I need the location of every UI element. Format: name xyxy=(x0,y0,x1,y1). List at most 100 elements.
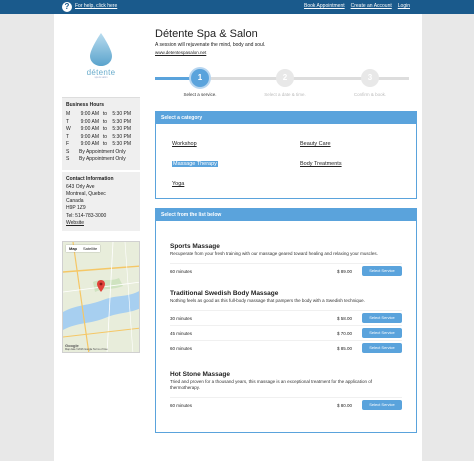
hours-close: 5:30 PM xyxy=(112,133,131,140)
hours-open: 9:00 AM xyxy=(80,118,99,125)
category-list: Workshop Beauty Care Massage Therapy Body T… xyxy=(156,124,416,198)
hours-note: By Appointment Only xyxy=(79,156,126,162)
select-service-button[interactable]: Select Service xyxy=(361,266,402,276)
category-link-beauty-care[interactable]: Beauty Care xyxy=(300,141,331,147)
map-type-tabs: Map Satellite xyxy=(66,245,101,253)
create-account-link[interactable]: Create an Account xyxy=(351,3,392,9)
address-line-1: 643 Orly Ave xyxy=(66,183,95,190)
category-panel-heading: Select a category xyxy=(156,112,416,124)
help-icon[interactable]: ? xyxy=(62,2,72,12)
website-link[interactable]: Website xyxy=(66,220,136,227)
service-option-row: 60 minutes $ 85.00 Select Service xyxy=(170,340,402,355)
select-service-button[interactable]: Select Service xyxy=(361,328,402,338)
hours-open: 9:00 AM xyxy=(80,126,99,132)
step-1-label: Select a service. xyxy=(183,92,217,97)
step-2-label: Select a date & time. xyxy=(264,92,306,97)
hours-row: F 9:00 AM to 5:30 PM xyxy=(66,141,136,149)
hours-row: S By Appointment Only xyxy=(66,149,136,157)
map-footer: Map data ©2016 Google Terms of Use xyxy=(65,348,108,352)
address-country: Canada xyxy=(66,198,84,205)
hours-open: 9:00 AM xyxy=(80,141,99,147)
select-service-button[interactable]: Select Service xyxy=(361,313,402,323)
option-duration: 60 minutes xyxy=(170,402,193,408)
hours-day: T xyxy=(66,118,70,125)
contact-info: Contact Information 643 Orly Ave Montrea… xyxy=(62,171,140,232)
hours-open: 9:00 AM xyxy=(80,133,99,140)
step-3-label: Confirm & book. xyxy=(353,92,387,97)
hours-row: T 9:00 AM to 5:30 PM xyxy=(66,119,136,127)
hours-close: 5:30 PM xyxy=(112,126,131,132)
water-drop-icon xyxy=(90,33,112,66)
service-name: Hot Stone Massage xyxy=(170,371,230,378)
hours-row: W 9:00 AM to 5:30 PM xyxy=(66,126,136,134)
option-duration: 60 minutes xyxy=(170,345,193,351)
hours-row: T 9:00 AM to 5:30 PM xyxy=(66,134,136,142)
select-service-button[interactable]: Select Service xyxy=(361,343,402,353)
step-2-circle: 2 xyxy=(276,69,294,87)
category-link-body-treatments[interactable]: Body Treatments xyxy=(300,161,342,167)
hours-close: 5:30 PM xyxy=(112,141,131,147)
service-option-row: 60 minutes $ 89.00 Select Service xyxy=(170,263,402,278)
hours-row: M 9:00 AM to 5:30 PM xyxy=(66,111,136,119)
hours-day: T xyxy=(66,133,70,140)
business-hours: Business Hours M 9:00 AM to 5:30 PM T 9:00 AM… xyxy=(62,97,140,170)
service-panel-heading: Select from the list below xyxy=(156,209,416,221)
map-graphic xyxy=(63,242,139,353)
option-duration: 30 minutes xyxy=(170,315,193,321)
hours-to: to xyxy=(102,118,108,125)
category-link-massage-therapy[interactable]: Massage Therapy xyxy=(172,161,218,167)
service-description: Recuperate from your fresh training with… xyxy=(170,251,378,256)
option-price: $ 85.00 xyxy=(336,345,352,351)
service-item: Sports Massage Recuperate from your fresh… xyxy=(170,243,402,278)
category-link-workshop[interactable]: Workshop xyxy=(172,141,197,147)
service-item: Hot Stone Massage Tried and proven for a … xyxy=(170,371,402,412)
top-nav-bar: ? For help, click here Book Appointment … xyxy=(0,0,474,14)
service-list: Sports Massage Recuperate from your fresh… xyxy=(156,221,416,432)
book-appointment-link[interactable]: Book Appointment xyxy=(304,3,345,9)
business-tagline: A session will rejuvenate the mind, body… xyxy=(155,42,266,48)
option-price: $ 89.00 xyxy=(336,268,352,274)
page-container: détente spa & salon Business Hours M 9:00… xyxy=(54,14,422,461)
option-duration: 45 minutes xyxy=(170,330,193,336)
service-name: Sports Massage xyxy=(170,243,220,250)
sidebar: détente spa & salon Business Hours M 9:00… xyxy=(62,28,140,354)
map-tab-satellite[interactable]: Satellite xyxy=(80,245,100,252)
select-service-button[interactable]: Select Service xyxy=(361,400,402,410)
hours-day: W xyxy=(66,126,71,132)
top-nav-links: Book Appointment Create an Account Login xyxy=(304,3,410,9)
hours-to: to xyxy=(102,141,108,147)
logo-tagline: spa & salon xyxy=(94,76,108,79)
hours-day: S xyxy=(66,156,70,162)
step-3-circle: 3 xyxy=(361,69,379,87)
contact-heading: Contact Information xyxy=(66,175,114,182)
service-option-row: 45 minutes $ 70.00 Select Service xyxy=(170,325,402,340)
service-description: Tried and proven for a thousand years, t… xyxy=(170,379,372,390)
option-price: $ 70.00 xyxy=(336,330,352,336)
map-pin-icon[interactable] xyxy=(97,280,105,293)
main-content: Détente Spa & Salon A session will rejuv… xyxy=(155,28,417,433)
service-panel: Select from the list below Sports Massag… xyxy=(155,208,417,433)
option-duration: 60 minutes xyxy=(170,268,193,274)
login-link[interactable]: Login xyxy=(398,3,410,9)
hours-to: to xyxy=(102,126,108,132)
service-description: Nothing feels as good as this full-body … xyxy=(170,298,365,303)
hours-close: 5:30 PM xyxy=(112,111,131,117)
map-tab-map[interactable]: Map xyxy=(66,245,80,252)
help-link[interactable]: For help, click here xyxy=(75,3,117,9)
hours-day: S xyxy=(66,148,70,155)
service-option-row: 30 minutes $ 58.00 Select Service xyxy=(170,310,402,325)
hours-open: 9:00 AM xyxy=(80,111,99,117)
category-panel: Select a category Workshop Beauty Care Mas… xyxy=(155,111,417,199)
location-map[interactable]: Map Satellite Google Map data ©2016 Goog… xyxy=(62,241,140,354)
hours-day: M xyxy=(66,111,71,117)
hours-heading: Business Hours xyxy=(66,102,105,108)
service-name: Traditional Swedish Body Massage xyxy=(170,290,279,297)
hours-to: to xyxy=(102,133,108,140)
step-1-circle: 1 xyxy=(191,69,209,87)
hours-day: F xyxy=(66,141,70,147)
hours-note: By Appointment Only xyxy=(79,148,126,155)
category-link-yoga[interactable]: Yoga xyxy=(172,181,184,187)
option-price: $ 58.00 xyxy=(336,315,352,321)
business-url-link[interactable]: www.detentespasalon.net xyxy=(155,50,417,55)
booking-progress: 1 2 3 Select a service. Select a date & … xyxy=(155,65,417,109)
